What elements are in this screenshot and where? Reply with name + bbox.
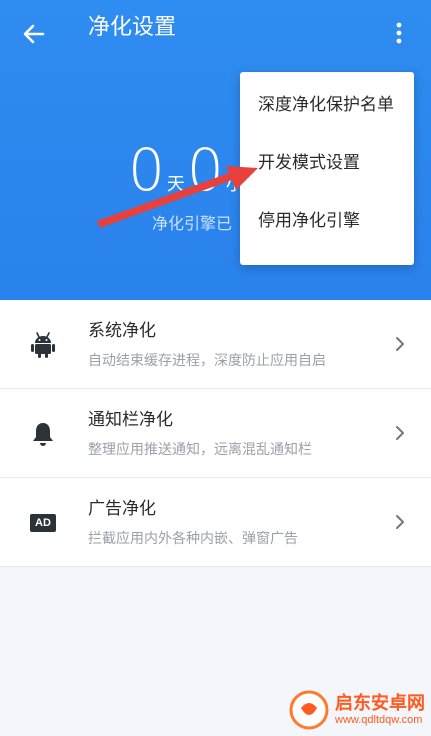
row-subtitle: 整理应用推送通知，远离混乱通知栏 xyxy=(88,442,312,458)
watermark-url: www.qdltdqw.com xyxy=(335,713,423,726)
row-title: 系统净化 xyxy=(88,321,156,341)
row-chevron xyxy=(391,510,409,534)
more-vertical-icon xyxy=(396,22,402,44)
row-subtitle: 自动结束缓存进程，深度防止应用自启 xyxy=(88,353,326,369)
watermark: 启东安卓网 www.qdltdqw.com xyxy=(289,690,425,730)
row-icon-container xyxy=(28,419,58,449)
chevron-right-icon xyxy=(396,426,404,440)
chevron-right-icon xyxy=(396,337,404,351)
menu-item-protection-list[interactable]: 深度净化保护名单 xyxy=(240,76,414,134)
chevron-right-icon xyxy=(396,515,404,529)
list-item-ad-clean[interactable]: AD 广告净化 拦截应用内外各种内嵌、弹窗广告 xyxy=(0,478,431,567)
list-item-system-clean[interactable]: 系统净化 自动结束缓存进程，深度防止应用自启 xyxy=(0,300,431,389)
row-subtitle: 拦截应用内外各种内嵌、弹窗广告 xyxy=(88,531,298,547)
row-icon-container: AD xyxy=(28,508,58,538)
back-button[interactable] xyxy=(14,16,54,52)
watermark-logo-icon xyxy=(289,690,329,730)
row-chevron xyxy=(391,332,409,356)
feature-list: 系统净化 自动结束缓存进程，深度防止应用自启 通知栏净化 整理应用推送通知，远离… xyxy=(0,300,431,567)
more-options-button[interactable] xyxy=(382,16,416,50)
runtime-days: 0 xyxy=(128,136,165,204)
screen: 净化设置 0 天 0 小 净化引擎已 系统净化 自动结束缓存进程，深度防止应用自… xyxy=(0,0,431,736)
row-title: 通知栏净化 xyxy=(88,410,173,430)
arrow-left-icon xyxy=(23,24,45,44)
row-chevron xyxy=(391,421,409,445)
runtime-days-unit: 天 xyxy=(166,174,185,195)
bell-icon xyxy=(33,423,53,446)
watermark-text: 启东安卓网 www.qdltdqw.com xyxy=(335,692,425,727)
list-item-notification-clean[interactable]: 通知栏净化 整理应用推送通知，远离混乱通知栏 xyxy=(0,389,431,478)
menu-item-developer-mode[interactable]: 开发模式设置 xyxy=(240,134,414,192)
row-title: 广告净化 xyxy=(88,499,156,519)
runtime-counter: 0 天 0 小 xyxy=(128,138,246,202)
android-icon xyxy=(31,332,55,358)
ad-icon: AD xyxy=(30,514,56,532)
overflow-menu: 深度净化保护名单 开发模式设置 停用净化引擎 xyxy=(240,72,414,265)
page-title: 净化设置 xyxy=(88,15,177,40)
runtime-hours: 0 xyxy=(186,136,224,204)
row-icon-container xyxy=(28,330,58,360)
watermark-title: 启东安卓网 xyxy=(335,692,425,714)
engine-status-text: 净化引擎已 xyxy=(152,214,233,233)
menu-item-disable-engine[interactable]: 停用净化引擎 xyxy=(240,192,414,250)
